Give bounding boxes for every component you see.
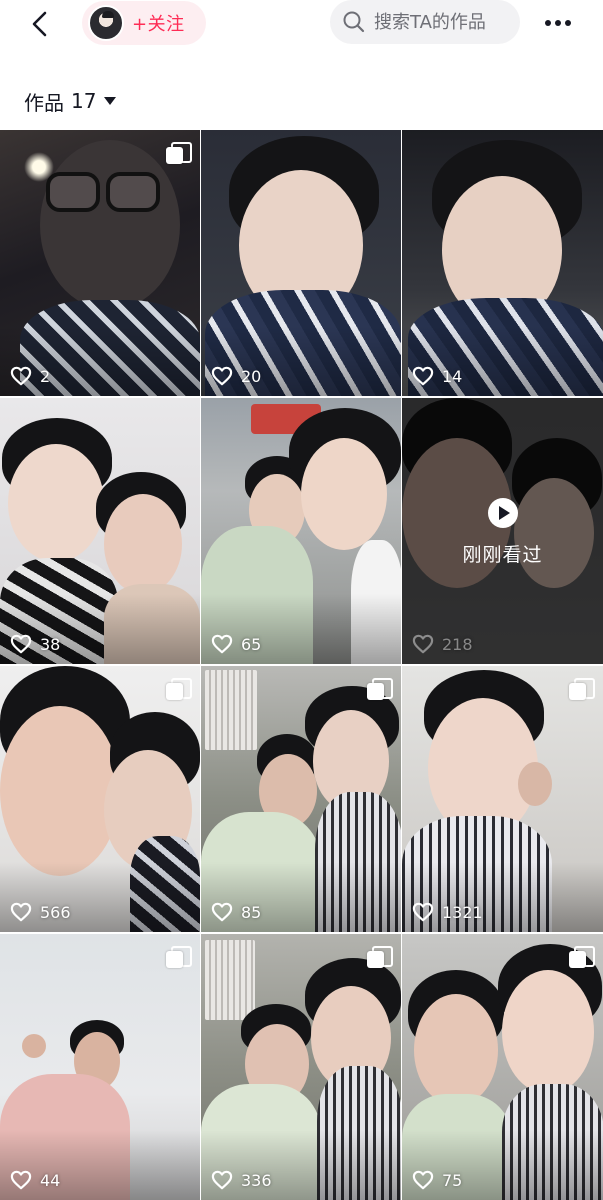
work-tile[interactable]: 44 <box>0 934 200 1200</box>
heart-icon <box>10 902 32 922</box>
multi-image-icon <box>569 946 595 968</box>
works-filter[interactable]: 作品 17 <box>24 86 117 116</box>
like-count-value: 2 <box>40 366 51 386</box>
like-count: 218 <box>412 634 473 654</box>
works-grid: 2 20 14 38 65 刚刚看过 218 566 85 1321 44 33… <box>0 130 603 1200</box>
works-label: 作品 <box>24 90 64 115</box>
like-count-value: 336 <box>241 1170 272 1190</box>
like-count-value: 1321 <box>442 902 483 922</box>
work-tile[interactable]: 2 <box>0 130 200 396</box>
like-count-value: 44 <box>40 1170 61 1190</box>
more-dot <box>565 20 571 26</box>
multi-image-icon <box>569 678 595 700</box>
more-dot <box>555 20 561 26</box>
like-count: 65 <box>211 634 261 654</box>
like-count: 1321 <box>412 902 483 922</box>
multi-image-icon <box>166 142 192 164</box>
heart-icon <box>412 366 434 386</box>
work-tile[interactable]: 38 <box>0 398 200 664</box>
like-count: 44 <box>10 1170 60 1190</box>
like-count-value: 65 <box>241 634 262 654</box>
search-box[interactable] <box>330 0 520 44</box>
dropdown-caret-icon <box>104 97 117 105</box>
work-tile[interactable]: 336 <box>201 934 401 1200</box>
heart-icon <box>10 366 32 386</box>
back-arrow-icon <box>32 11 47 37</box>
like-count: 20 <box>211 366 261 386</box>
work-tile-recently-viewed[interactable]: 刚刚看过 218 <box>402 398 603 664</box>
play-icon <box>487 498 518 528</box>
work-tile[interactable]: 1321 <box>402 666 603 932</box>
heart-icon <box>211 366 233 386</box>
recently-viewed-label: 刚刚看过 <box>462 544 543 566</box>
work-tile[interactable]: 85 <box>201 666 401 932</box>
work-tile[interactable]: 20 <box>201 130 401 396</box>
back-button[interactable] <box>22 6 58 42</box>
heart-icon <box>211 902 233 922</box>
work-tile[interactable]: 566 <box>0 666 200 932</box>
works-count: 17 <box>71 89 97 113</box>
heart-icon <box>10 634 32 654</box>
follow-label: +关注 <box>132 14 185 35</box>
like-count: 566 <box>10 902 71 922</box>
heart-icon <box>412 634 434 654</box>
avatar <box>88 5 124 41</box>
heart-icon <box>211 1170 233 1190</box>
work-tile[interactable]: 14 <box>402 130 603 396</box>
like-count-value: 20 <box>241 366 262 386</box>
like-count-value: 75 <box>442 1170 463 1190</box>
work-tile[interactable]: 65 <box>201 398 401 664</box>
like-count-value: 38 <box>40 634 61 654</box>
more-dot <box>545 20 551 26</box>
like-count: 336 <box>211 1170 272 1190</box>
multi-image-icon <box>367 946 393 968</box>
follow-button[interactable]: +关注 <box>82 1 206 45</box>
top-bar: +关注 <box>0 0 603 48</box>
like-count-value: 85 <box>241 902 262 922</box>
like-count: 85 <box>211 902 261 922</box>
search-icon <box>343 11 365 33</box>
more-button[interactable] <box>540 8 576 38</box>
recently-viewed-overlay: 刚刚看过 <box>402 498 603 567</box>
like-count: 2 <box>10 366 50 386</box>
multi-image-icon <box>166 678 192 700</box>
multi-image-icon <box>166 946 192 968</box>
heart-icon <box>10 1170 32 1190</box>
heart-icon <box>412 1170 434 1190</box>
heart-icon <box>412 902 434 922</box>
multi-image-icon <box>367 678 393 700</box>
like-count: 38 <box>10 634 60 654</box>
like-count-value: 218 <box>442 634 473 654</box>
search-input[interactable] <box>374 11 514 33</box>
heart-icon <box>211 634 233 654</box>
like-count-value: 566 <box>40 902 71 922</box>
work-tile[interactable]: 75 <box>402 934 603 1200</box>
like-count: 14 <box>412 366 462 386</box>
like-count: 75 <box>412 1170 462 1190</box>
like-count-value: 14 <box>442 366 463 386</box>
